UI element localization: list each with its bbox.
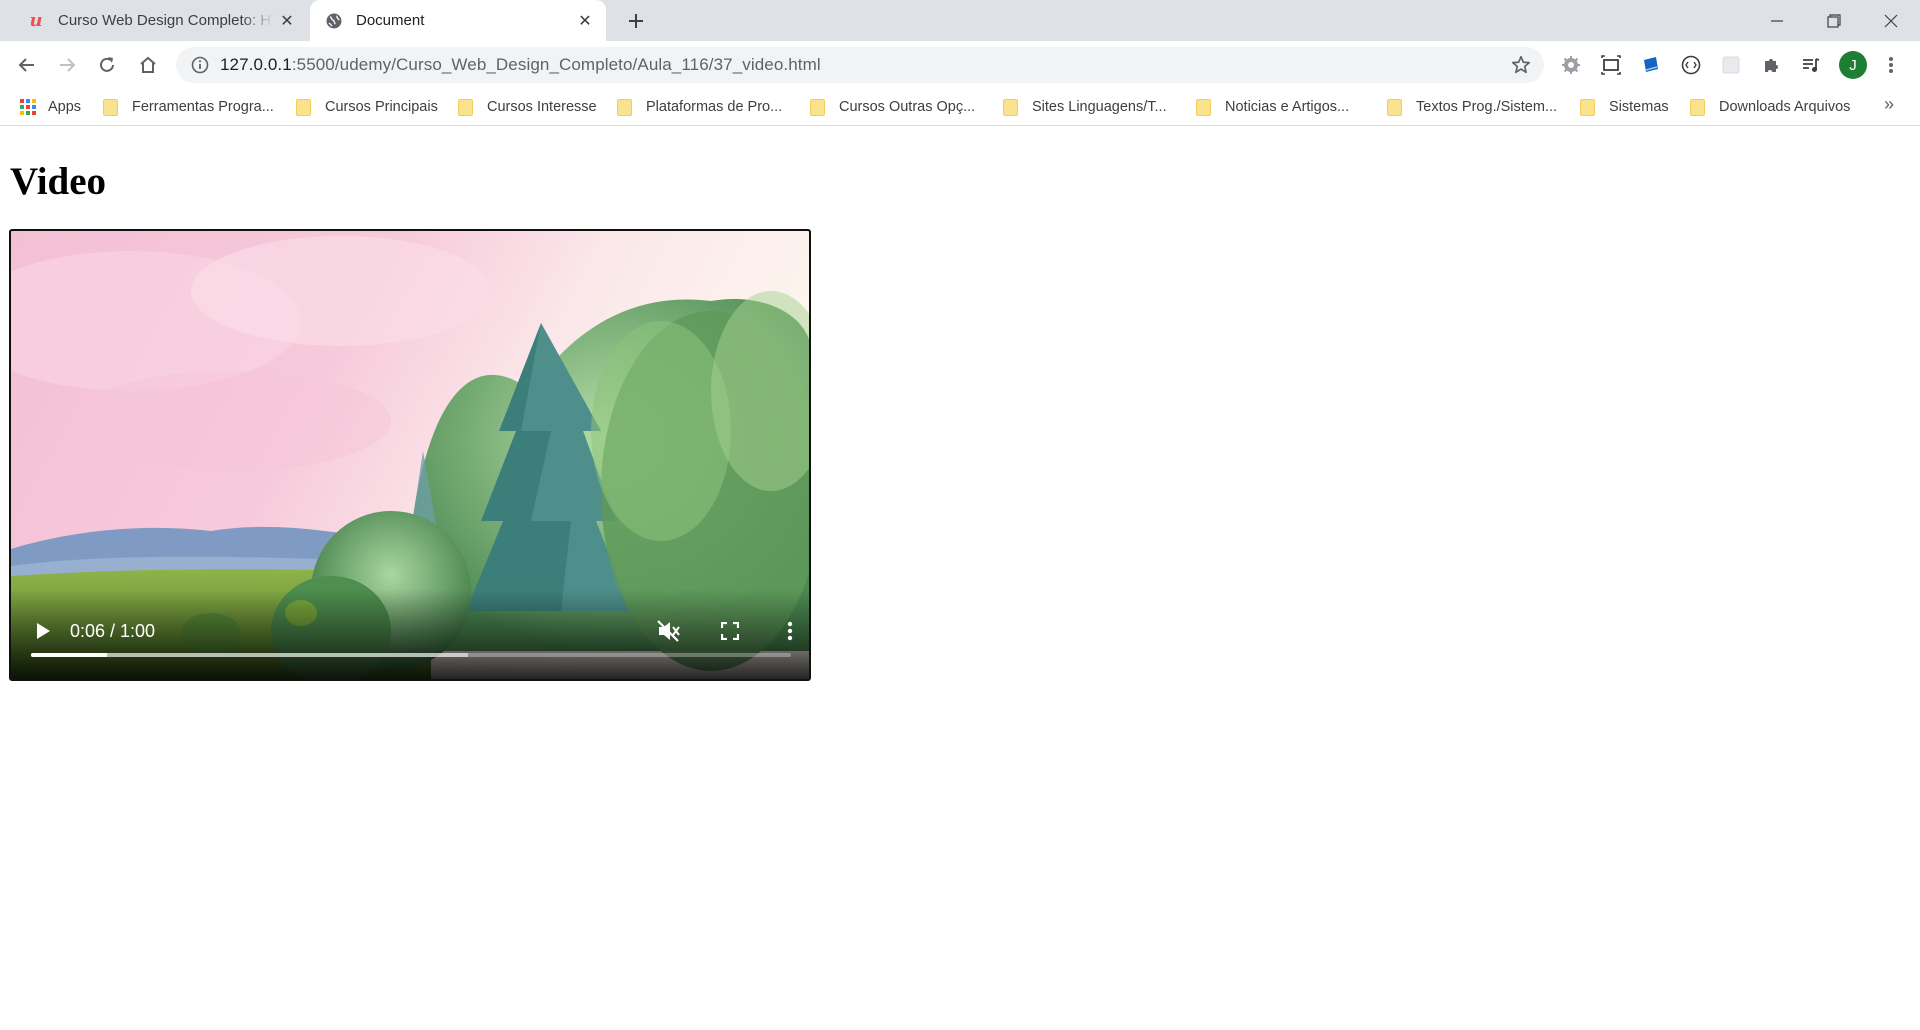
folder-icon	[1690, 98, 1705, 116]
apps-grid-icon	[20, 99, 36, 115]
video-more-options-icon[interactable]	[775, 616, 805, 646]
bookmark-folder[interactable]: Sistemas	[1580, 96, 1669, 118]
home-button[interactable]	[131, 48, 165, 82]
minimize-button[interactable]	[1748, 0, 1806, 41]
plus-icon	[629, 14, 643, 28]
bookmark-label: Cursos Outras Opç...	[839, 99, 976, 115]
bookmark-label: Ferramentas Progra...	[132, 99, 274, 115]
bookmark-folder[interactable]: Cursos Outras Opç...	[810, 96, 975, 118]
page-heading: Video	[10, 160, 107, 203]
bookmark-folder[interactable]: Downloads Arquivos	[1690, 96, 1850, 118]
video-controls: 0:06 / 1:00	[11, 589, 809, 679]
arrow-right-icon	[60, 58, 76, 72]
bookmark-label: Sites Linguagens/T...	[1032, 99, 1167, 115]
bookmark-label: Plataformas de Pro...	[646, 99, 783, 115]
close-tab-icon[interactable]: ✕	[274, 8, 300, 34]
bookmark-folder[interactable]: Plataformas de Pro...	[617, 96, 782, 118]
blank-extension-icon[interactable]	[1718, 52, 1744, 78]
bookmark-label: Apps	[48, 99, 82, 115]
bookmark-folder[interactable]: Sites Linguagens/T...	[1003, 96, 1167, 118]
code-extension-icon[interactable]	[1678, 52, 1704, 78]
globe-icon	[324, 11, 344, 31]
page-content: Video 0:06 / 1:00	[0, 127, 1920, 1030]
close-window-button[interactable]	[1862, 0, 1920, 41]
tab-title: Curso Web Design Completo: HTML	[58, 12, 274, 29]
folder-icon	[458, 98, 473, 116]
folder-icon	[1196, 98, 1211, 116]
bookmark-folder[interactable]: Cursos Principais	[296, 96, 438, 118]
forward-button[interactable]	[50, 48, 84, 82]
browser-menu-icon[interactable]	[1878, 52, 1904, 78]
new-tab-button[interactable]	[622, 7, 650, 35]
bookmark-folder[interactable]: Cursos Interesse	[458, 96, 597, 118]
folder-icon	[1387, 98, 1402, 116]
back-button[interactable]	[10, 48, 44, 82]
folder-icon	[1003, 98, 1018, 116]
bookmark-label: Noticias e Artigos...	[1225, 99, 1350, 115]
close-icon	[1884, 14, 1898, 27]
reload-icon	[100, 57, 114, 72]
profile-avatar[interactable]: J	[1839, 51, 1867, 79]
tab-udemy-course[interactable]: u Curso Web Design Completo: HTML ✕	[10, 0, 308, 41]
folder-icon	[296, 98, 311, 116]
url-text[interactable]: 127.0.0.1:5500/udemy/Curso_Web_Design_Co…	[220, 55, 821, 75]
bookmark-label: Cursos Interesse	[487, 99, 597, 115]
home-icon	[140, 56, 156, 73]
bookmark-label: Downloads Arquivos	[1719, 99, 1851, 115]
bookmark-label: Textos Prog./Sistem...	[1416, 99, 1558, 115]
bookmark-folder[interactable]: Ferramentas Progra...	[103, 96, 274, 118]
address-bar[interactable]: 127.0.0.1:5500/udemy/Curso_Web_Design_Co…	[176, 47, 1544, 83]
play-icon[interactable]	[28, 616, 58, 646]
media-controls-icon[interactable]	[1798, 52, 1824, 78]
folder-icon	[810, 98, 825, 116]
restore-button[interactable]	[1805, 0, 1863, 41]
tab-document[interactable]: Document ✕	[310, 0, 606, 41]
bookmark-folder[interactable]: Noticias e Artigos...	[1196, 96, 1349, 118]
muted-speaker-icon[interactable]	[654, 616, 684, 646]
video-played-bar	[31, 653, 107, 657]
video-player[interactable]: 0:06 / 1:00	[9, 229, 811, 681]
browser-toolbar: 127.0.0.1:5500/udemy/Curso_Web_Design_Co…	[0, 41, 1920, 88]
udemy-icon: u	[29, 10, 43, 31]
bookmark-star-icon[interactable]	[1510, 54, 1532, 76]
folder-icon	[103, 98, 118, 116]
puzzle-extensions-icon[interactable]	[1758, 52, 1784, 78]
fullscreen-icon[interactable]	[715, 616, 745, 646]
minimize-icon	[1771, 19, 1783, 22]
close-tab-icon[interactable]: ✕	[572, 8, 598, 34]
folder-icon	[617, 98, 632, 116]
url-path: :5500/udemy/Curso_Web_Design_Completo/Au…	[291, 55, 821, 74]
arrow-left-icon	[18, 58, 34, 72]
folder-icon	[1580, 98, 1595, 116]
video-progress-bar[interactable]	[31, 653, 791, 657]
bookmark-label: Sistemas	[1609, 99, 1669, 115]
restore-icon	[1827, 13, 1841, 28]
bookmarks-overflow-button[interactable]: »	[1884, 94, 1894, 115]
bookmark-label: Cursos Principais	[325, 99, 438, 115]
tab-strip: u Curso Web Design Completo: HTML ✕ Docu…	[0, 0, 1920, 41]
bookmarks-bar: Apps Ferramentas Progra... Cursos Princi…	[0, 88, 1920, 126]
bookmark-folder[interactable]: Textos Prog./Sistem...	[1387, 96, 1557, 118]
url-host: 127.0.0.1	[220, 55, 292, 74]
tab-title: Document	[356, 12, 425, 29]
reload-button[interactable]	[90, 48, 124, 82]
extension-gear-icon[interactable]	[1558, 52, 1584, 78]
site-info-icon[interactable]	[180, 56, 220, 74]
blue-book-extension-icon[interactable]	[1638, 52, 1664, 78]
bookmark-apps[interactable]: Apps	[20, 96, 81, 118]
video-time: 0:06 / 1:00	[70, 621, 156, 641]
screen-capture-icon[interactable]	[1598, 52, 1624, 78]
